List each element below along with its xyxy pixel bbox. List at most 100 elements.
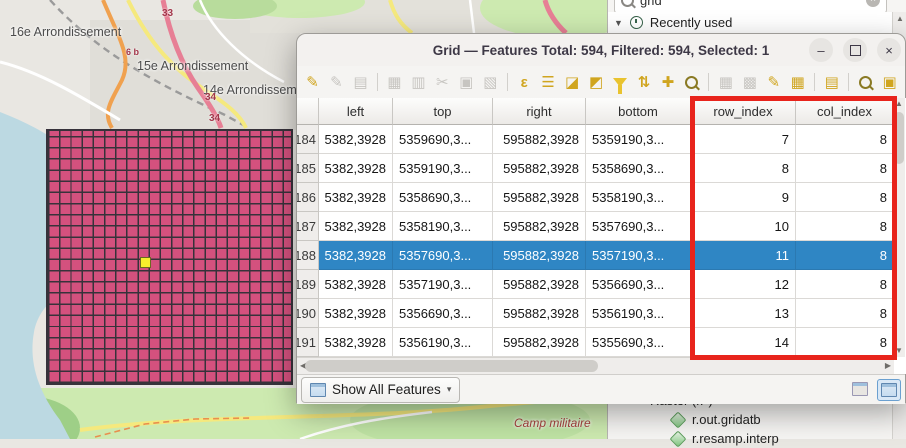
cell-row-index[interactable]: 12 xyxy=(691,270,796,299)
cell-left[interactable]: 5382,3928 xyxy=(319,212,393,241)
cell-bottom[interactable]: 5358190,3... xyxy=(586,183,691,212)
zoom-to-selection-button[interactable] xyxy=(681,71,702,93)
header-corner[interactable] xyxy=(297,98,319,125)
cell-col-index[interactable]: 8 xyxy=(796,183,894,212)
cell-top[interactable]: 5359190,3... xyxy=(393,154,493,183)
header-bottom[interactable]: bottom xyxy=(586,98,691,125)
cell-right[interactable]: 595882,3928 xyxy=(493,328,586,357)
cell-left[interactable]: 5382,3928 xyxy=(319,125,393,154)
cut-features-button[interactable]: ✂ xyxy=(432,71,453,93)
scroll-right-icon[interactable]: ▶ xyxy=(885,360,891,372)
header-right[interactable]: right xyxy=(493,98,586,125)
clear-search-icon[interactable]: × xyxy=(866,0,880,7)
actions-button[interactable] xyxy=(855,71,876,93)
row-number[interactable]: 186 xyxy=(297,183,319,212)
cell-left[interactable]: 5382,3928 xyxy=(319,154,393,183)
close-button[interactable]: × xyxy=(877,38,901,62)
table-row[interactable]: 1895382,39285357190,3...595882,392853566… xyxy=(297,270,906,299)
cell-row-index[interactable]: 8 xyxy=(691,154,796,183)
window-titlebar[interactable]: Grid — Features Total: 594, Filtered: 59… xyxy=(297,34,905,67)
scroll-up-icon[interactable]: ▲ xyxy=(895,98,903,110)
cell-right[interactable]: 595882,3928 xyxy=(493,241,586,270)
cell-left[interactable]: 5382,3928 xyxy=(319,241,393,270)
cell-top[interactable]: 5356190,3... xyxy=(393,328,493,357)
table-row[interactable]: 1885382,39285357690,3...595882,392853571… xyxy=(297,241,906,270)
cell-row-index[interactable]: 9 xyxy=(691,183,796,212)
tree-item-r-out-gridatb[interactable]: r.out.gridatb xyxy=(608,410,893,429)
cell-top[interactable]: 5357190,3... xyxy=(393,270,493,299)
dock-attribute-table-button[interactable]: ▣ xyxy=(879,71,900,93)
feature-filter-button[interactable]: Show All Features ▾ xyxy=(301,377,460,403)
cell-bottom[interactable]: 5357690,3... xyxy=(586,212,691,241)
pan-to-selection-button[interactable]: ✚ xyxy=(657,71,678,93)
cell-row-index[interactable]: 14 xyxy=(691,328,796,357)
cell-row-index[interactable]: 11 xyxy=(691,241,796,270)
copy-features-button[interactable]: ▣ xyxy=(456,71,477,93)
cell-top[interactable]: 5357690,3... xyxy=(393,241,493,270)
organize-columns-button[interactable]: ▤ xyxy=(821,71,842,93)
maximize-button[interactable] xyxy=(843,38,867,62)
cell-col-index[interactable]: 8 xyxy=(796,270,894,299)
cell-top[interactable]: 5358190,3... xyxy=(393,212,493,241)
cell-right[interactable]: 595882,3928 xyxy=(493,125,586,154)
minimize-button[interactable]: – xyxy=(809,38,833,62)
row-number[interactable]: 188 xyxy=(297,241,319,270)
cell-bottom[interactable]: 5355690,3... xyxy=(586,328,691,357)
table-view-button[interactable] xyxy=(877,379,901,401)
toggle-multiedit-button[interactable]: ✎ xyxy=(326,71,347,93)
table-row[interactable]: 1905382,39285356690,3...595882,392853561… xyxy=(297,299,906,328)
row-number[interactable]: 187 xyxy=(297,212,319,241)
delete-field-button[interactable]: ▩ xyxy=(739,71,760,93)
cell-col-index[interactable]: 8 xyxy=(796,212,894,241)
vertical-scrollbar[interactable]: ▲ ▼ xyxy=(892,98,905,357)
cell-right[interactable]: 595882,3928 xyxy=(493,183,586,212)
cell-col-index[interactable]: 8 xyxy=(796,125,894,154)
field-calculator-button[interactable]: ▦ xyxy=(787,71,808,93)
add-feature-button[interactable]: ▦ xyxy=(384,71,405,93)
cell-bottom[interactable]: 5356690,3... xyxy=(586,270,691,299)
cell-right[interactable]: 595882,3928 xyxy=(493,299,586,328)
row-number[interactable]: 184 xyxy=(297,125,319,154)
cell-bottom[interactable]: 5357190,3... xyxy=(586,241,691,270)
cell-bottom[interactable]: 5359190,3... xyxy=(586,125,691,154)
cell-right[interactable]: 595882,3928 xyxy=(493,212,586,241)
deselect-all-button[interactable]: ◩ xyxy=(586,71,607,93)
paste-features-button[interactable]: ▧ xyxy=(480,71,501,93)
select-all-button[interactable]: ☰ xyxy=(538,71,559,93)
cell-row-index[interactable]: 7 xyxy=(691,125,796,154)
cell-row-index[interactable]: 13 xyxy=(691,299,796,328)
row-number[interactable]: 189 xyxy=(297,270,319,299)
row-number[interactable]: 185 xyxy=(297,154,319,183)
header-top[interactable]: top xyxy=(393,98,493,125)
table-row[interactable]: 1855382,39285359190,3...595882,392853586… xyxy=(297,154,906,183)
table-row[interactable]: 1865382,39285358690,3...595882,392853581… xyxy=(297,183,906,212)
table-row[interactable]: 1915382,39285356190,3...595882,392853556… xyxy=(297,328,906,357)
delete-selected-button[interactable]: ▥ xyxy=(408,71,429,93)
cell-row-index[interactable]: 10 xyxy=(691,212,796,241)
cell-top[interactable]: 5358690,3... xyxy=(393,183,493,212)
header-left[interactable]: left xyxy=(319,98,393,125)
scroll-up-icon[interactable]: ▲ xyxy=(893,12,906,26)
table-row[interactable]: 1845382,39285359690,3...595882,392853591… xyxy=(297,125,906,154)
filter-features-button[interactable] xyxy=(610,71,631,93)
toggle-editing-button[interactable]: ✎ xyxy=(302,71,323,93)
header-col-index[interactable]: col_index xyxy=(796,98,894,125)
scrollbar-thumb[interactable] xyxy=(305,360,598,372)
cell-left[interactable]: 5382,3928 xyxy=(319,299,393,328)
cell-left[interactable]: 5382,3928 xyxy=(319,328,393,357)
cell-right[interactable]: 595882,3928 xyxy=(493,270,586,299)
toolbox-group-recently-used[interactable]: ▼ Recently used xyxy=(608,12,893,34)
table-row[interactable]: 1875382,39285358190,3...595882,392853576… xyxy=(297,212,906,241)
row-number[interactable]: 191 xyxy=(297,328,319,357)
select-by-expression-button[interactable]: ε xyxy=(514,71,535,93)
cell-left[interactable]: 5382,3928 xyxy=(319,183,393,212)
cell-top[interactable]: 5359690,3... xyxy=(393,125,493,154)
cell-col-index[interactable]: 8 xyxy=(796,328,894,357)
cell-bottom[interactable]: 5358690,3... xyxy=(586,154,691,183)
scroll-down-icon[interactable]: ▼ xyxy=(895,345,903,357)
cell-col-index[interactable]: 8 xyxy=(796,241,894,270)
row-number[interactable]: 190 xyxy=(297,299,319,328)
horizontal-scrollbar[interactable]: ◀ ▶ xyxy=(297,357,894,374)
scrollbar-thumb[interactable] xyxy=(894,112,904,164)
invert-selection-button[interactable]: ◪ xyxy=(562,71,583,93)
